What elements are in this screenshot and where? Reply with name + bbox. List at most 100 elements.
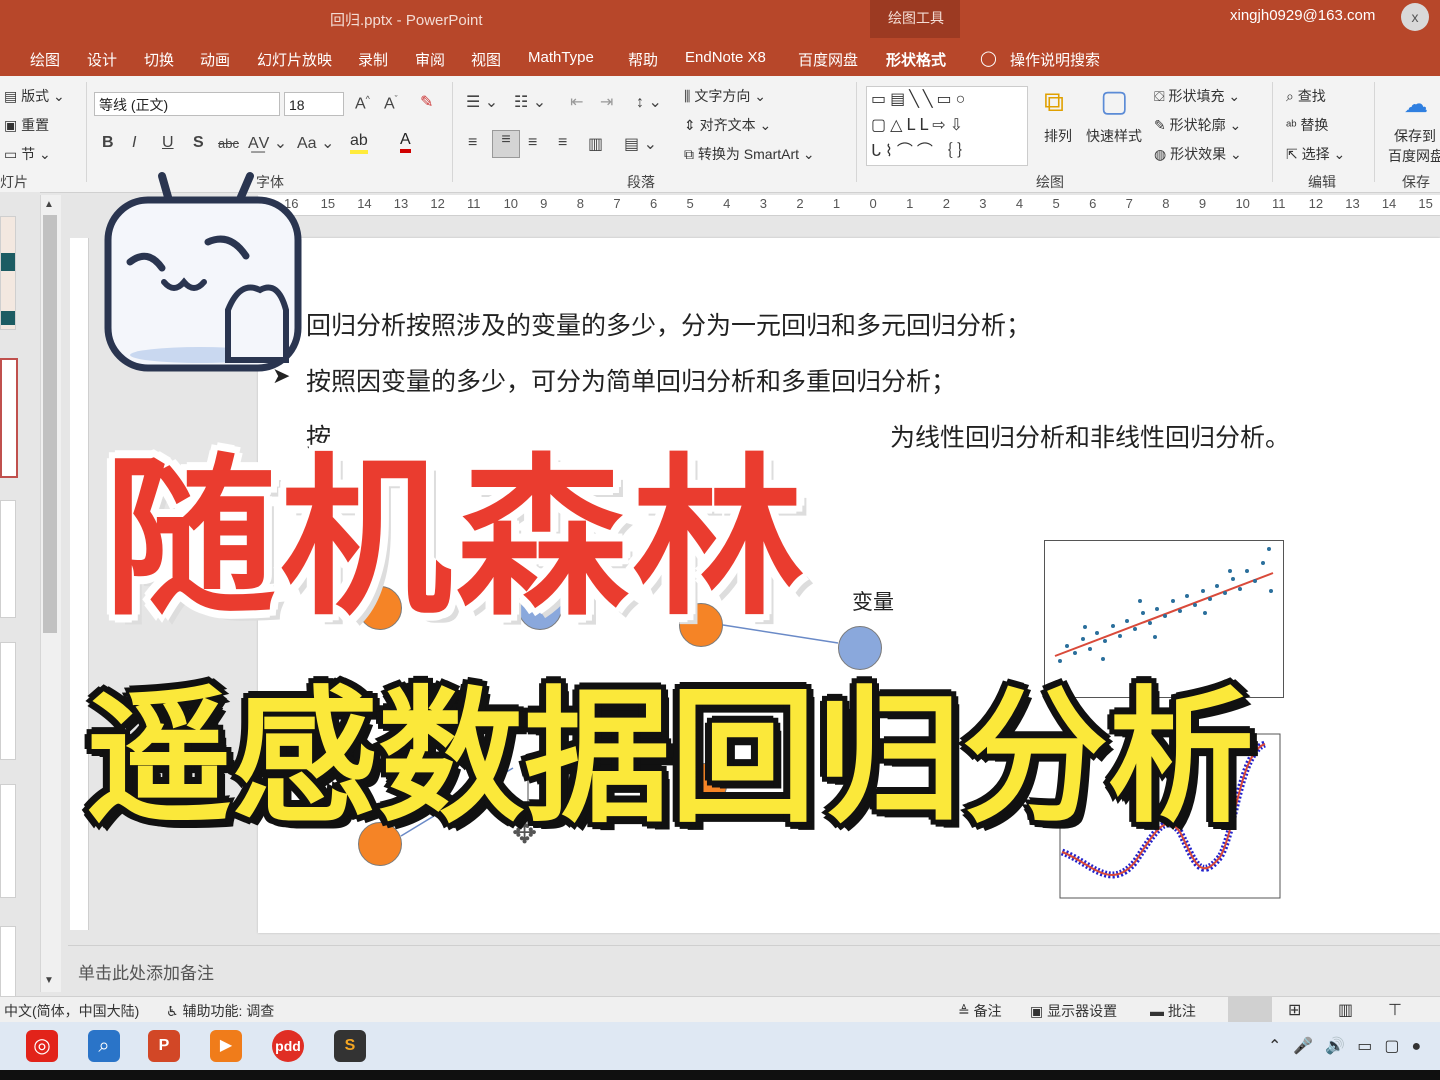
shapes-gallery[interactable]: ▭▤╲╲▭○ ▢△ᒪᒪ⇨⇩ ᒐ⌇⌒⌒｛｝ bbox=[866, 86, 1028, 166]
select-button[interactable]: ⇱ 选择 ⌄ bbox=[1286, 144, 1345, 164]
justify-icon[interactable]: ≡ bbox=[558, 134, 567, 152]
paint-bucket-icon: ⛋ bbox=[1154, 88, 1169, 104]
tab-help[interactable]: 帮助 bbox=[628, 49, 658, 70]
underline-icon[interactable]: U bbox=[162, 134, 174, 152]
layout-button[interactable]: ▤ 版式 ⌄ bbox=[4, 86, 65, 106]
ruler-tick-label: 2 bbox=[796, 196, 804, 211]
shrink-font-icon[interactable]: Aˇ bbox=[384, 94, 398, 113]
decrease-indent-icon[interactable]: ⇤ bbox=[570, 92, 583, 112]
pdd-app-icon[interactable]: pdd bbox=[272, 1030, 304, 1062]
drawing-group-label: 绘图 bbox=[1036, 174, 1064, 190]
scroll-up-icon[interactable]: ▲ bbox=[44, 199, 54, 210]
align-left-icon[interactable]: ≡ bbox=[468, 134, 477, 152]
section-button[interactable]: ▭ 节 ⌄ bbox=[4, 144, 51, 164]
arrange-label[interactable]: 排列 bbox=[1044, 126, 1072, 146]
ruler-tick-label: 15 bbox=[1418, 196, 1433, 211]
reading-view-icon[interactable]: ▥ bbox=[1338, 1000, 1353, 1020]
tab-record[interactable]: 录制 bbox=[358, 49, 388, 70]
slide-thumbnail[interactable] bbox=[0, 926, 16, 998]
powerpoint-taskbar-icon[interactable]: P bbox=[148, 1030, 180, 1062]
ruler-tick-label: 7 bbox=[1125, 196, 1133, 211]
distributed-icon[interactable]: ▥ bbox=[588, 134, 603, 154]
scroll-down-icon[interactable]: ▼ bbox=[44, 975, 54, 986]
shadow-icon[interactable]: S bbox=[193, 134, 204, 152]
lightbulb-icon[interactable]: ◯ bbox=[980, 49, 997, 67]
shape-outline-button[interactable]: ✎ 形状轮廓 ⌄ bbox=[1154, 115, 1241, 135]
find-button[interactable]: ⌕ 查找 bbox=[1286, 86, 1326, 106]
replace-button[interactable]: ᵃᵇ 替换 bbox=[1286, 115, 1328, 135]
slide-thumbnail[interactable] bbox=[0, 784, 16, 898]
quick-styles-label[interactable]: 快速样式 bbox=[1086, 126, 1142, 146]
drawing-tools-label: 绘图工具 bbox=[888, 10, 944, 26]
increase-indent-icon[interactable]: ⇥ bbox=[600, 92, 613, 112]
notes-placeholder[interactable]: 单击此处添加备注 bbox=[78, 959, 214, 984]
ruler-tick-label: 3 bbox=[759, 196, 767, 211]
close-icon[interactable]: x bbox=[1401, 3, 1429, 31]
sublime-text-icon[interactable]: S bbox=[334, 1030, 366, 1062]
shape-fill-button[interactable]: ⛋ 形状填充 ⌄ bbox=[1154, 86, 1240, 106]
ruler-tick-label: 11 bbox=[466, 196, 481, 211]
search-app-icon[interactable]: ⌕ bbox=[88, 1030, 120, 1062]
bold-icon[interactable]: B bbox=[102, 134, 114, 152]
text-direction-button[interactable]: ⫼ 文字方向 ⌄ bbox=[684, 86, 766, 106]
normal-view-icon[interactable] bbox=[1228, 997, 1272, 1023]
italic-icon[interactable]: I bbox=[132, 134, 136, 152]
baidu-cloud-icon[interactable]: ☁ bbox=[1404, 90, 1428, 119]
slide-thumbnail[interactable] bbox=[0, 642, 16, 760]
slide-sorter-icon[interactable]: ⊞ bbox=[1288, 1000, 1301, 1020]
tab-mathtype[interactable]: MathType bbox=[528, 49, 594, 66]
align-right-icon[interactable]: ≡ bbox=[528, 134, 537, 152]
save-to-label[interactable]: 保存到 bbox=[1394, 126, 1436, 146]
clear-format-icon[interactable]: ✎ bbox=[420, 92, 433, 112]
tab-shape-format[interactable]: 形状格式 bbox=[886, 49, 946, 70]
line-spacing-icon[interactable]: ↕ ⌄ bbox=[636, 92, 662, 112]
accessibility-button[interactable]: ♿ 辅助功能: 调查 bbox=[166, 1001, 274, 1021]
display-settings-button[interactable]: ▣ 显示器设置 bbox=[1030, 1001, 1117, 1021]
tab-review[interactable]: 审阅 bbox=[415, 49, 445, 70]
tab-endnote[interactable]: EndNote X8 bbox=[685, 49, 766, 66]
comments-button[interactable]: ▬ 批注 bbox=[1150, 1001, 1196, 1021]
strikethrough-icon[interactable]: abc bbox=[218, 136, 239, 151]
slide-thumbnail[interactable] bbox=[0, 500, 16, 618]
ruler-tick-label: 9 bbox=[540, 196, 548, 211]
arrange-icon[interactable]: ⧉ bbox=[1044, 86, 1064, 119]
font-size-combo[interactable]: 18 bbox=[284, 92, 344, 116]
tab-design[interactable]: 设计 bbox=[87, 49, 117, 70]
slideshow-view-icon[interactable]: ⊤ bbox=[1388, 1000, 1402, 1020]
account-name[interactable]: xingjh0929@163.com bbox=[1230, 7, 1375, 24]
scroll-thumb[interactable] bbox=[43, 215, 57, 633]
char-spacing-icon[interactable]: A͟V ⌄ bbox=[248, 133, 287, 153]
highlight-icon[interactable]: ab bbox=[350, 132, 368, 154]
align-center-icon[interactable]: ≡ bbox=[492, 130, 520, 158]
convert-smartart-button[interactable]: ⧉ 转换为 SmartArt ⌄ bbox=[684, 144, 815, 164]
notes-toggle[interactable]: ≜ 备注 bbox=[958, 1001, 1002, 1021]
language-indicator[interactable]: 中文(简体，中国大陆) bbox=[4, 1001, 139, 1021]
reset-button[interactable]: ▣ 重置 bbox=[4, 115, 49, 135]
bullets-icon[interactable]: ☰ ⌄ bbox=[466, 92, 498, 112]
slide-thumbnail-selected[interactable] bbox=[0, 358, 18, 478]
align-text-button[interactable]: ⇕ 对齐文本 ⌄ bbox=[684, 115, 771, 135]
tell-me-search[interactable]: 操作说明搜索 bbox=[1010, 49, 1100, 70]
netease-music-icon[interactable]: ◎ bbox=[26, 1030, 58, 1062]
tab-transitions[interactable]: 切换 bbox=[144, 49, 174, 70]
shape-effects-button[interactable]: ◍ 形状效果 ⌄ bbox=[1154, 144, 1242, 164]
tab-baidu[interactable]: 百度网盘 bbox=[798, 49, 858, 70]
tab-animations[interactable]: 动画 bbox=[200, 49, 230, 70]
font-name-combo[interactable]: 等线 (正文) bbox=[94, 92, 280, 116]
thumbnail-scrollbar[interactable]: ▲ ▼ bbox=[40, 195, 61, 992]
notes-pane[interactable]: 单击此处添加备注 bbox=[68, 945, 1440, 994]
player-app-icon[interactable]: ▶ bbox=[210, 1030, 242, 1062]
tab-slideshow[interactable]: 幻灯片放映 bbox=[257, 49, 332, 70]
columns-icon[interactable]: ▤ ⌄ bbox=[624, 134, 657, 154]
font-color-icon[interactable]: A bbox=[400, 131, 411, 153]
slide-thumbnail[interactable] bbox=[0, 216, 16, 330]
system-tray-icons[interactable]: ⌃🎤🔊▭▢● bbox=[1268, 1036, 1433, 1056]
ruler-tick-label: 3 bbox=[979, 196, 987, 211]
baidu-netdisk-label[interactable]: 百度网盘 bbox=[1388, 146, 1440, 166]
grow-font-icon[interactable]: A^ bbox=[355, 94, 370, 113]
change-case-icon[interactable]: Aa ⌄ bbox=[297, 133, 334, 153]
quick-styles-icon[interactable]: ▢ bbox=[1100, 84, 1128, 119]
numbering-icon[interactable]: ☷ ⌄ bbox=[514, 92, 546, 112]
tab-view[interactable]: 视图 bbox=[471, 49, 501, 70]
tab-draw[interactable]: 绘图 bbox=[30, 49, 60, 70]
